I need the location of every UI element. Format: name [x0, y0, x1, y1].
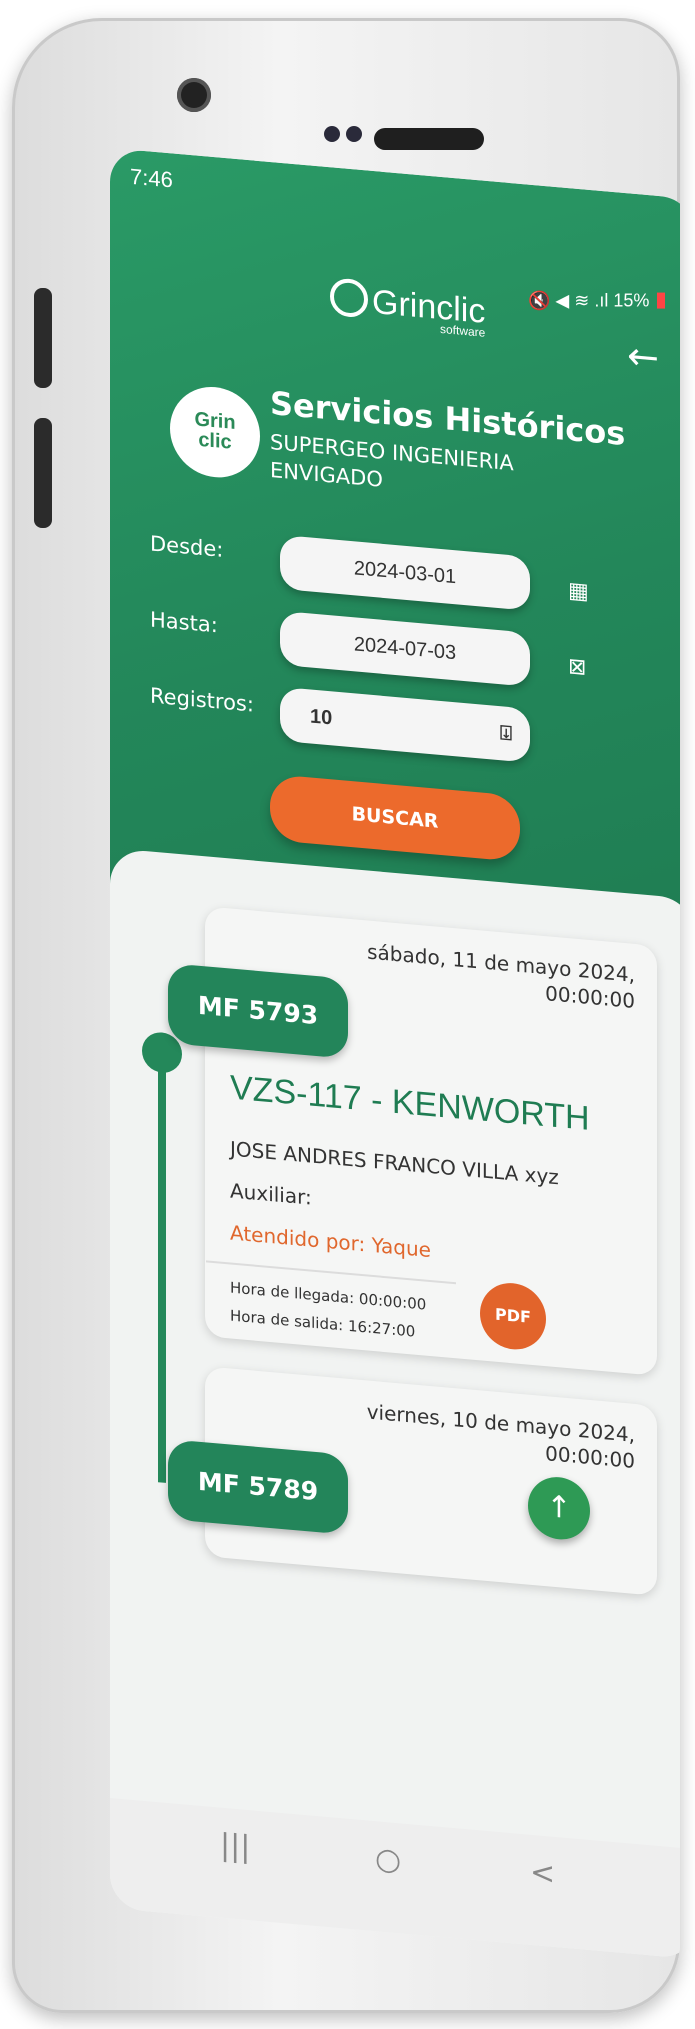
back-arrow-icon[interactable]: ←: [627, 333, 659, 380]
front-camera: [177, 78, 211, 112]
timeline-line: [158, 1042, 166, 1483]
recent-apps-icon[interactable]: |||: [220, 1828, 250, 1866]
mf-badge: MF 5793: [168, 963, 348, 1059]
earpiece-speaker: [374, 128, 484, 150]
phone-frame: 7:46 🔇 ◀ ≋ .ıl 15% Grinclic software ← G…: [12, 18, 680, 2013]
app-screen: 7:46 🔇 ◀ ≋ .ıl 15% Grinclic software ← G…: [110, 148, 680, 1960]
dropdown-icon: ⍗: [500, 722, 512, 746]
registros-value: 10: [310, 705, 333, 730]
service-date: viernes, 10 de mayo 2024, 00:00:00: [367, 1398, 635, 1473]
calendar-clear-icon[interactable]: ⊠: [568, 654, 586, 681]
home-icon[interactable]: ○: [375, 1841, 401, 1878]
sensor-dot: [346, 126, 362, 142]
nav-back-icon[interactable]: <: [530, 1855, 555, 1892]
status-icons-glyphs: 🔇 ◀ ≋ .ıl: [527, 290, 608, 311]
brand-ring-icon: [330, 277, 368, 319]
volume-down-button: [34, 418, 52, 528]
sensor-dot: [324, 126, 340, 142]
service-date: sábado, 11 de mayo 2024, 00:00:00: [367, 938, 635, 1013]
mf-badge: MF 5789: [168, 1439, 348, 1535]
status-time: 7:46: [130, 163, 173, 193]
volume-up-button: [34, 288, 52, 388]
status-icons: 🔇 ◀ ≋ .ıl 15%: [528, 291, 665, 312]
battery-percent: 15%: [612, 290, 649, 311]
calendar-icon[interactable]: ▦: [568, 578, 589, 605]
battery-icon: [657, 292, 665, 309]
